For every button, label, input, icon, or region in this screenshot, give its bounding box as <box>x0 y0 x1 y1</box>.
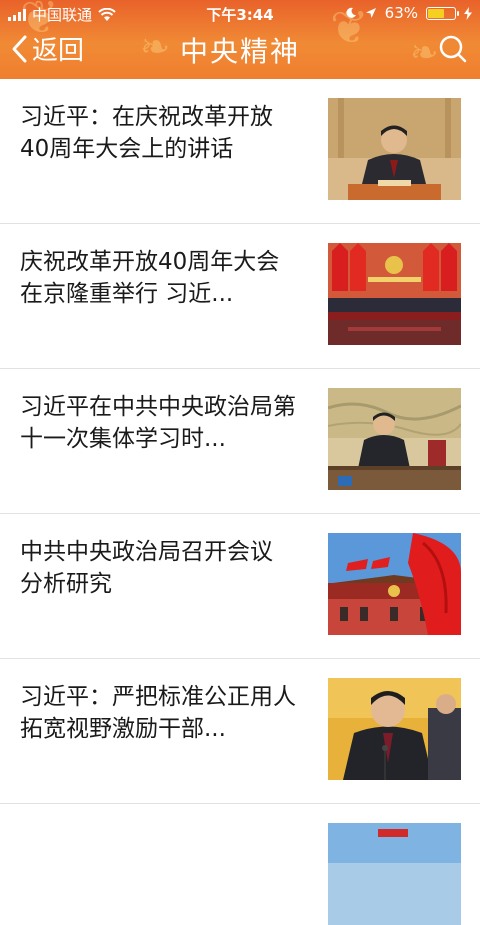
battery-icon <box>426 6 459 20</box>
nav-bar: 返回 中央精神 <box>0 28 480 72</box>
article-title: 中共中央政治局召开会议 分析研究 <box>20 539 273 597</box>
article-title: 习近平：在庆祝改革开放40周年大会上的讲话 <box>20 104 273 162</box>
article-list: 习近平：在庆祝改革开放40周年大会上的讲话 庆祝改革开放40周年大会在京隆重举行… <box>0 79 480 925</box>
article-thumbnail <box>328 243 461 345</box>
search-icon[interactable] <box>438 34 468 64</box>
article-title: 习近平在中共中央政治局第十一次集体学习时... <box>20 394 296 452</box>
list-item[interactable]: 习近平：严把标准公正用人拓宽视野激励干部... <box>0 659 480 804</box>
list-item[interactable] <box>0 804 480 925</box>
list-item[interactable]: 中共中央政治局召开会议 分析研究 <box>0 514 480 659</box>
battery-percent: 63% <box>384 4 418 22</box>
list-item[interactable]: 庆祝改革开放40周年大会在京隆重举行 习近... <box>0 224 480 369</box>
article-thumbnail <box>328 388 461 490</box>
article-thumbnail <box>328 98 461 200</box>
article-title: 习近平：严把标准公正用人拓宽视野激励干部... <box>20 684 296 742</box>
battery-fill <box>428 8 444 18</box>
moon-icon <box>346 7 356 18</box>
list-item[interactable]: 习近平在中共中央政治局第十一次集体学习时... <box>0 369 480 514</box>
list-item[interactable]: 习近平：在庆祝改革开放40周年大会上的讲话 <box>0 79 480 224</box>
charging-icon <box>464 6 472 20</box>
article-title: 庆祝改革开放40周年大会在京隆重举行 习近... <box>20 249 280 307</box>
location-icon <box>365 8 376 18</box>
page-title: 中央精神 <box>179 35 300 68</box>
article-thumbnail <box>328 533 461 635</box>
status-bar: 中国联通 下午3:44 63% <box>0 0 480 26</box>
article-thumbnail <box>328 678 461 780</box>
article-thumbnail <box>328 823 461 925</box>
app-header: ❦ ❧ ❦ ❧ 中国联通 下午3:44 63% 返回 中央精神 <box>0 0 480 79</box>
